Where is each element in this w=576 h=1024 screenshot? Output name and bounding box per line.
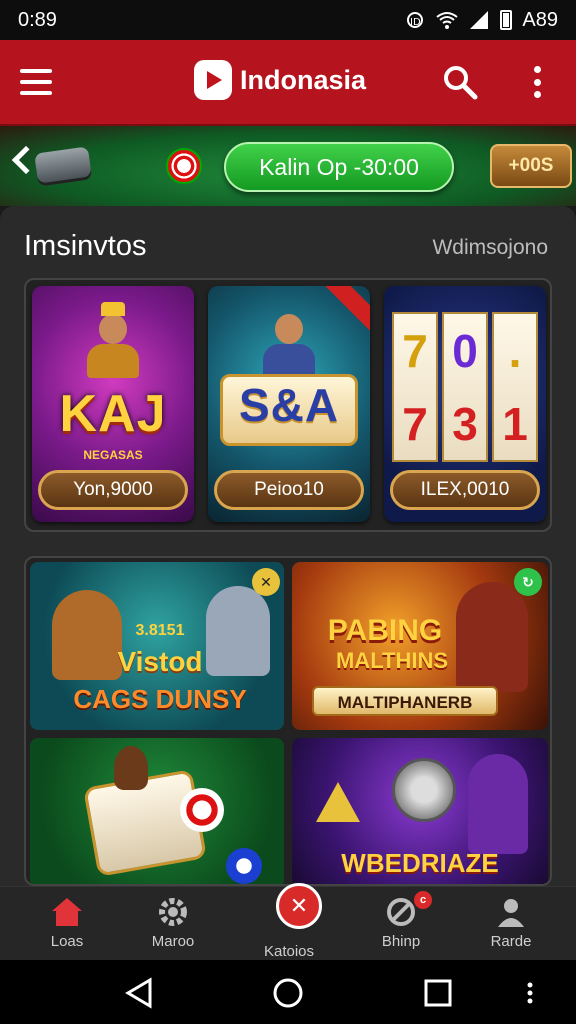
games-grid: ✕ 3.8151 Vistod CAGS DUNSY ↻ PABING MALT…: [24, 556, 552, 886]
back-plate: [34, 146, 92, 184]
game-tile[interactable]: WBEDRIAZE: [292, 738, 548, 884]
game-tile[interactable]: [30, 738, 284, 884]
play-button[interactable]: Yon,9000: [38, 470, 188, 510]
battery-icon: [500, 10, 513, 30]
game-tile[interactable]: ✕ 3.8151 Vistod CAGS DUNSY: [30, 562, 284, 730]
main-panel: Imsinvtos Wdimsojono KAJ NEGASAS Yon,900…: [0, 206, 576, 886]
data-saver-icon: ID: [407, 12, 424, 28]
nav-label: Katoios: [263, 943, 315, 960]
tile-caption: MALTIPHANERB: [312, 686, 498, 716]
play-button[interactable]: Peioo10: [214, 470, 364, 510]
tile-subtitle: CAGS DUNSY: [73, 684, 247, 714]
tile-caption: 3.8151: [135, 622, 185, 639]
play-button[interactable]: ILEX,0010: [390, 470, 540, 510]
casino-chip-icon: [226, 848, 262, 884]
tile-title: WBEDRIAZE: [341, 848, 499, 878]
more-vertical-icon[interactable]: [522, 976, 538, 1010]
game-title: KAJ: [59, 385, 167, 443]
game-card[interactable]: KAJ NEGASAS Yon,9000: [32, 286, 194, 522]
brand-logo-icon: [194, 60, 232, 100]
recents-square-icon[interactable]: [421, 976, 455, 1010]
back-triangle-icon[interactable]: [122, 976, 156, 1010]
section-title: Imsinvtos: [24, 230, 147, 262]
status-icons: ID A89: [404, 9, 558, 32]
roulette-wheel-image: [392, 758, 456, 822]
nav-label: Rarde: [490, 933, 532, 950]
nav-label: Bhinp: [381, 933, 421, 950]
character-image: [114, 746, 148, 790]
nav-item-home[interactable]: Loas: [12, 887, 122, 961]
user-icon: [498, 899, 524, 927]
more-vertical-icon[interactable]: [528, 66, 546, 98]
system-nav-bar: [0, 960, 576, 1024]
warning-icon: [316, 782, 360, 822]
tile-title: PABING: [327, 614, 443, 647]
slot-reel: .1: [492, 312, 538, 462]
app-header: Indonasia: [0, 40, 576, 126]
notification-badge: c: [414, 891, 432, 909]
casino-chip-icon: [166, 148, 202, 184]
game-card[interactable]: S&A Peioo10: [208, 286, 370, 522]
see-all-link[interactable]: Wdimsojono: [432, 236, 548, 260]
promo-icon: ✕: [276, 883, 322, 929]
casino-chip-icon: [180, 788, 224, 832]
status-right-text: A89: [522, 8, 558, 31]
bottom-nav: Loas Maroo ✕ Katoios c Bhinp Rarde: [0, 883, 576, 961]
brand[interactable]: Indonasia: [194, 60, 366, 100]
menu-icon[interactable]: [20, 69, 52, 95]
character-image: [259, 300, 319, 378]
home-icon: [52, 898, 82, 926]
balance-button[interactable]: Kalin Op -30:00: [224, 142, 454, 192]
wifi-icon: [436, 12, 459, 29]
signal-icon: [470, 11, 489, 29]
status-time: 0:89: [18, 8, 57, 31]
brand-name: Indonasia: [240, 64, 367, 95]
status-bar: 0:89 ID A89: [0, 0, 576, 40]
svg-text:ID: ID: [410, 17, 421, 28]
nav-item-shop[interactable]: c Bhinp: [346, 887, 456, 961]
character-image: [468, 754, 528, 854]
bonus-badge-icon: ✕: [252, 568, 280, 596]
nav-item-profile[interactable]: Rarde: [456, 887, 566, 961]
slot-reel: 03: [442, 312, 488, 462]
back-button[interactable]: [8, 144, 92, 184]
nav-label: Loas: [50, 933, 84, 950]
character-image: [83, 300, 143, 378]
tile-subtitle: MALTHINS: [335, 648, 449, 673]
game-subtitle: NEGASAS: [83, 448, 143, 462]
featured-row: KAJ NEGASAS Yon,9000 S&A Peioo10 77 03 .…: [24, 278, 552, 532]
slot-reel: 77: [392, 312, 438, 462]
edit-icon: [387, 898, 415, 926]
coin-button[interactable]: +00S: [490, 144, 572, 188]
game-tile[interactable]: ↻ PABING MALTHINS MALTIPHANERB: [292, 562, 548, 730]
promo-banner: Kalin Op -30:00 +00S: [0, 126, 576, 206]
gear-icon: [159, 898, 187, 926]
search-icon[interactable]: [442, 64, 478, 100]
tile-title: Vistod: [117, 646, 203, 677]
game-title: S&A: [238, 379, 340, 431]
bonus-badge-icon: ↻: [514, 568, 542, 596]
game-card[interactable]: 77 03 .1 ILEX,0010: [384, 286, 546, 522]
nav-item-games[interactable]: Maroo: [118, 887, 228, 961]
nav-item-promos[interactable]: ✕ Katoios: [234, 883, 344, 961]
home-circle-icon[interactable]: [271, 976, 305, 1010]
nav-label: Maroo: [151, 933, 195, 950]
